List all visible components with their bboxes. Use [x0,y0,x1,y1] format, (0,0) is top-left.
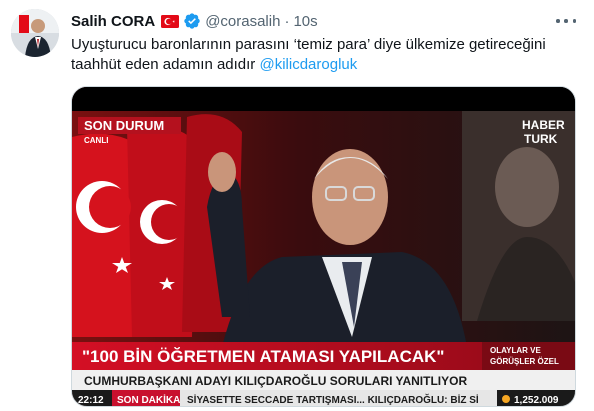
channel-logo-bottom: TURK [524,132,558,146]
ticker-label: SON DAKİKA [117,393,180,406]
side-label-top: OLAYLAR VE [490,346,541,355]
more-options-icon[interactable] [556,13,576,29]
son-durum-text: SON DURUM [84,118,164,133]
tweet-card[interactable]: Salih CORA @corasalih · 10s Uyuşturucu b… [0,0,594,411]
verified-badge-icon[interactable] [183,12,201,30]
video-frame: SON DURUM CANLI HABER TURK "100 BİN ÖĞRE… [72,87,575,406]
separator-dot: · [284,12,290,30]
display-name[interactable]: Salih CORA [71,13,155,30]
tweet-media-video[interactable]: SON DURUM CANLI HABER TURK "100 BİN ÖĞRE… [71,86,576,407]
side-label-bottom: GÖRÜŞLER ÖZEL [490,357,559,366]
subline-text: CUMHURBAŞKANI ADAYI KILIÇDAROĞLU SORULAR… [84,373,467,388]
headline-text: "100 BİN ÖĞRETMEN ATAMASI YAPILACAK" [82,347,444,366]
tweet-timestamp[interactable]: 10s [293,13,317,30]
market-value: 1,252.009 [514,395,559,406]
market-icon [502,395,510,403]
mention-link[interactable]: @kilicdarogluk [259,56,357,73]
avatar[interactable] [11,9,59,57]
tweet-text: Uyuşturucu baronlarının parasını ‘temiz … [71,35,581,75]
clock-text: 22:12 [78,395,104,406]
user-handle[interactable]: @corasalih [205,13,280,30]
channel-logo-top: HABER [522,118,565,132]
avatar-image [11,9,59,57]
tweet-header: Salih CORA @corasalih · 10s [71,11,318,31]
ticker-text: SİYASETTE SECCADE TARTIŞMASI... KILIÇDAR… [187,393,479,406]
canli-text: CANLI [84,136,108,145]
turkey-flag-icon [161,14,180,28]
